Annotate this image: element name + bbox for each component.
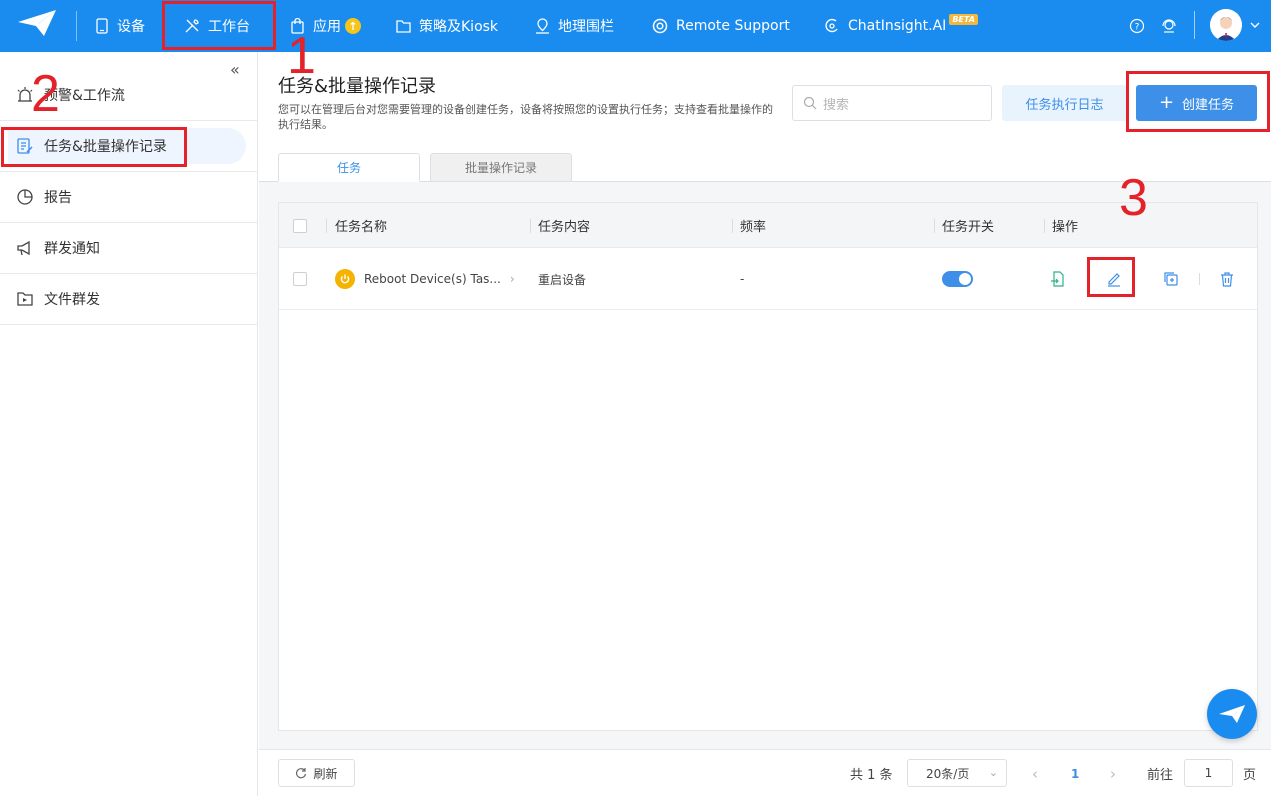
megaphone-icon <box>17 240 30 256</box>
logo-icon[interactable] <box>16 9 58 37</box>
sidebar-item-label: 群发通知 <box>44 241 100 257</box>
column-header: 频率 <box>740 220 767 235</box>
column-header: 任务开关 <box>942 220 995 235</box>
update-badge-icon: ↑ <box>345 18 361 34</box>
task-name-cell[interactable]: Reboot Device(s) Tas... › <box>335 248 515 310</box>
chevron-down-icon[interactable] <box>1250 21 1260 29</box>
chevron-right-icon: › <box>509 272 515 286</box>
nav-remote-support[interactable]: Remote Support <box>652 0 790 52</box>
table-header: 任务名称 任务内容 频率 任务开关 操作 <box>279 203 1257 248</box>
search-input[interactable]: 搜索 <box>792 85 992 121</box>
tablet-icon <box>96 18 108 34</box>
paper-plane-icon <box>1219 705 1245 723</box>
annotation-box-create <box>1126 71 1270 132</box>
user-avatar[interactable] <box>1210 9 1242 41</box>
annotation-box-edit <box>1087 257 1135 297</box>
assistant-fab[interactable] <box>1207 689 1257 739</box>
nav-chatinsight[interactable]: ChatInsight.AI BETA <box>824 0 978 52</box>
nav-geofence[interactable]: 地理围栏 <box>535 0 614 52</box>
pie-chart-icon <box>17 189 33 205</box>
export-doc-icon[interactable] <box>1050 271 1066 287</box>
nav-policy-kiosk-label: 策略及Kiosk <box>419 19 499 35</box>
search-icon <box>803 96 817 110</box>
annotation-number-3: 3 <box>1119 169 1148 227</box>
copy-icon[interactable] <box>1163 271 1179 287</box>
sidebar-item-label: 报告 <box>44 190 72 206</box>
annotation-number-1: 1 <box>287 27 316 85</box>
annotation-box-tasks <box>1 127 187 167</box>
task-switch-toggle[interactable] <box>942 271 973 287</box>
goto-page-input[interactable]: 1 <box>1184 759 1233 787</box>
page-size-select[interactable]: 20条/页 ⌄ <box>907 759 1007 787</box>
column-header: 操作 <box>1052 220 1079 235</box>
refresh-icon <box>296 768 307 779</box>
sidebar-item-reports[interactable]: 报告 <box>0 172 258 223</box>
annotation-box-workbench <box>162 1 276 50</box>
main-content: 任务&批量操作记录 您可以在管理后台对您需要管理的设备创建任务，设备将按照您的设… <box>259 52 1271 796</box>
next-page-icon[interactable]: › <box>1110 750 1116 797</box>
nav-policy-kiosk[interactable]: 策略及Kiosk <box>396 0 498 52</box>
sidebar-item-broadcast[interactable]: 群发通知 <box>0 223 258 274</box>
nav-chatinsight-label: ChatInsight.AI <box>848 18 947 34</box>
nav-devices-label: 设备 <box>117 19 145 35</box>
column-header: 任务名称 <box>335 220 388 235</box>
support-agent-icon[interactable] <box>1161 17 1177 34</box>
op-divider <box>1199 273 1200 285</box>
task-content: 重启设备 <box>538 272 587 287</box>
annotation-number-2: 2 <box>31 65 60 123</box>
goto-label: 前往 <box>1147 768 1174 783</box>
nav-right-divider <box>1194 11 1195 39</box>
page-unit-label: 页 <box>1243 768 1257 783</box>
tab-tasks[interactable]: 任务 <box>278 153 420 182</box>
chat-ai-icon <box>825 18 838 33</box>
prev-page-icon[interactable]: ‹ <box>1032 750 1038 797</box>
task-name: Reboot Device(s) Tas... <box>364 272 501 286</box>
nav-apps-label: 应用 <box>313 19 341 35</box>
chevron-down-icon: ⌄ <box>988 766 998 779</box>
svg-text:?: ? <box>1135 23 1140 33</box>
current-page[interactable]: 1 <box>1071 750 1079 797</box>
trash-icon[interactable] <box>1219 271 1235 287</box>
lifebuoy-icon <box>652 18 668 34</box>
folder-icon <box>396 20 411 33</box>
file-send-icon <box>17 292 33 306</box>
sidebar-item-file-send[interactable]: 文件群发 <box>0 274 258 325</box>
select-all-checkbox[interactable] <box>293 218 307 233</box>
column-header: 任务内容 <box>538 220 591 235</box>
table-footer: 刷新 共 1 条 20条/页 ⌄ ‹ 1 › 前往 1 页 <box>259 749 1271 796</box>
row-checkbox[interactable] <box>293 272 307 286</box>
nav-remote-support-label: Remote Support <box>676 18 790 34</box>
page-description: 您可以在管理后台对您需要管理的设备创建任务，设备将按照您的设置执行任务；支持查看… <box>278 103 773 131</box>
task-log-button[interactable]: 任务执行日志 <box>1002 85 1127 121</box>
refresh-label: 刷新 <box>313 766 338 781</box>
nav-divider <box>76 11 77 41</box>
nav-geofence-label: 地理围栏 <box>558 19 614 35</box>
power-icon <box>335 269 355 289</box>
beta-badge: BETA <box>949 13 978 25</box>
nav-devices[interactable]: 设备 <box>95 0 145 52</box>
refresh-button[interactable]: 刷新 <box>278 759 355 787</box>
map-pin-icon <box>536 18 549 34</box>
help-icon[interactable]: ? <box>1129 18 1145 34</box>
page-size-value: 20条/页 <box>926 766 970 781</box>
tab-batch-records[interactable]: 批量操作记录 <box>430 153 572 182</box>
total-count: 共 1 条 <box>850 768 893 783</box>
sidebar-item-label: 文件群发 <box>44 292 100 308</box>
task-frequency: - <box>740 272 745 286</box>
search-placeholder: 搜索 <box>823 97 850 113</box>
